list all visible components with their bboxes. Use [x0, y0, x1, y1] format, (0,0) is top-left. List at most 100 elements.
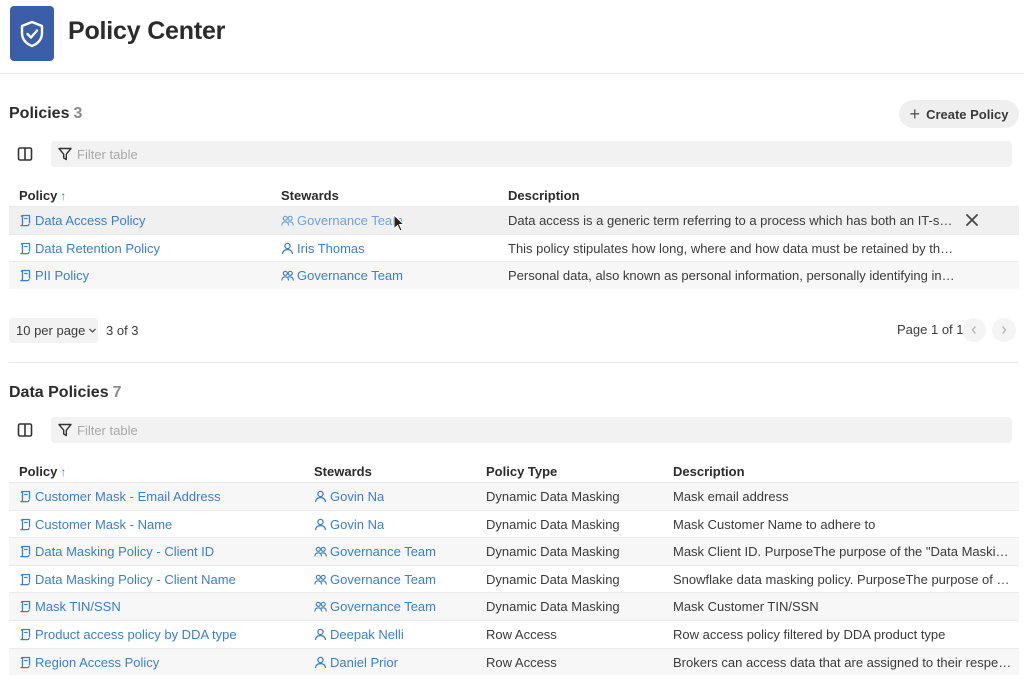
table-row[interactable]: Mask TIN/SSN Governance Team Dynamic Data …: [9, 592, 1019, 620]
description-cell: Row access policy filtered by DDA produc…: [673, 627, 1013, 642]
steward-link-text: Govin Na: [330, 516, 385, 532]
steward-link-text: Governance Team: [330, 599, 436, 615]
shield-check-icon: [10, 6, 54, 61]
policy-name-link[interactable]: Data Masking Policy - Client Name: [19, 572, 304, 587]
description-cell: Mask Client ID. PurposeThe purpose of th…: [673, 544, 1013, 559]
columns-icon[interactable]: [17, 422, 33, 438]
column-header-stewards[interactable]: Stewards: [314, 464, 372, 479]
description-cell-text: This policy stipulates how long, where a…: [508, 240, 956, 256]
steward-link[interactable]: Govin Na: [314, 489, 479, 504]
close-icon[interactable]: [964, 212, 980, 228]
description-cell: Personal data, also known as personal in…: [508, 268, 956, 283]
column-header-policy-type[interactable]: Policy Type: [486, 464, 557, 479]
policy-document-icon: [20, 628, 31, 641]
data-policies-filter-box[interactable]: [51, 417, 1012, 443]
policy-name-link[interactable]: Product access policy by DDA type: [19, 627, 304, 642]
group-icon: [281, 270, 294, 281]
data-policies-filter-input[interactable]: [77, 417, 977, 443]
steward-link[interactable]: Governance Team: [281, 213, 496, 228]
policy-type-cell-text: Dynamic Data Masking: [486, 489, 620, 504]
policies-table-header: Policy ↑ Stewards Description: [9, 184, 1019, 206]
steward-link-text: Iris Thomas: [297, 240, 365, 256]
table-row[interactable]: PII Policy Governance Team Personal data, …: [9, 261, 1019, 289]
group-icon: [281, 215, 294, 226]
policy-type-cell: Dynamic Data Masking: [486, 489, 666, 504]
column-header-policy[interactable]: Policy ↑: [19, 188, 66, 203]
table-row[interactable]: Data Masking Policy - Client Name Governa…: [9, 564, 1019, 593]
policy-name-link[interactable]: Mask TIN/SSN: [19, 599, 304, 614]
next-page-button[interactable]: [992, 318, 1016, 342]
column-header-stewards[interactable]: Stewards: [281, 188, 339, 203]
table-row[interactable]: Customer Mask - Email Address Govin Na Dyn…: [9, 482, 1019, 510]
previous-page-button[interactable]: [962, 318, 986, 342]
policy-name-link[interactable]: Data Retention Policy: [19, 241, 269, 256]
column-header-description[interactable]: Description: [673, 464, 745, 479]
policy-type-cell: Row Access: [486, 627, 666, 642]
policies-filter-box[interactable]: [51, 141, 1012, 167]
policy-name-link[interactable]: Data Access Policy: [19, 213, 269, 228]
description-cell-text: Personal data, also known as personal in…: [508, 268, 956, 284]
policy-name-link[interactable]: Customer Mask - Name: [19, 517, 304, 532]
table-row[interactable]: Data Masking Policy - Client ID Governanc…: [9, 537, 1019, 565]
table-row[interactable]: Data Access Policy Governance Team Data ac…: [9, 206, 1019, 234]
policy-name-link[interactable]: PII Policy: [19, 268, 269, 283]
policies-table-body: Data Access Policy Governance Team Data ac…: [9, 206, 1019, 289]
steward-link[interactable]: Deepak Nelli: [314, 627, 479, 642]
table-row[interactable]: Product access policy by DDA type Deepak …: [9, 619, 1019, 648]
table-row[interactable]: Customer Mask - Name Govin Na Dynamic Data…: [9, 509, 1019, 538]
data-policies-toolbar: [9, 417, 1012, 443]
steward-link[interactable]: Governance Team: [281, 268, 496, 283]
policy-name-link-text: PII Policy: [35, 268, 90, 284]
policy-document-icon: [20, 573, 31, 586]
policies-toolbar: [9, 141, 1012, 167]
policy-name-link-text: Customer Mask - Email Address: [35, 489, 221, 504]
steward-link-text: Governance Team: [297, 268, 403, 284]
policy-name-link[interactable]: Data Masking Policy - Client ID: [19, 544, 304, 559]
policy-type-cell-text: Row Access: [486, 654, 557, 670]
steward-link-text: Governance Team: [330, 544, 436, 560]
filter-icon: [58, 147, 72, 161]
steward-link[interactable]: Governance Team: [314, 599, 479, 614]
group-icon: [314, 574, 327, 585]
per-page-select[interactable]: 10 per page: [9, 318, 98, 343]
columns-icon[interactable]: [17, 146, 33, 162]
column-header-policy[interactable]: Policy ↑: [19, 464, 66, 479]
policy-document-icon: [20, 546, 31, 558]
table-row[interactable]: Data Retention Policy Iris Thomas This pol…: [9, 233, 1019, 262]
steward-link[interactable]: Governance Team: [314, 572, 479, 587]
page-indicator: Page 1 of 1: [897, 322, 964, 337]
policy-type-cell-text: Row Access: [486, 626, 557, 642]
chevron-down-icon: [89, 328, 97, 333]
app-header: Policy Center: [0, 0, 1024, 74]
policy-document-icon: [20, 242, 31, 254]
policy-type-cell: Dynamic Data Masking: [486, 544, 666, 559]
create-policy-button[interactable]: + Create Policy: [899, 100, 1019, 128]
steward-link[interactable]: Govin Na: [314, 517, 479, 532]
row-count: 3 of 3: [106, 323, 139, 338]
policy-type-cell-text: Dynamic Data Masking: [486, 516, 620, 532]
steward-link-text: Governance Team: [297, 213, 403, 228]
data-policies-count: 7: [112, 384, 122, 401]
steward-link[interactable]: Governance Team: [314, 544, 479, 559]
policy-document-icon: [20, 270, 31, 282]
policy-name-link-text: Data Masking Policy - Client Name: [35, 571, 236, 587]
table-row[interactable]: Region Access Policy Daniel Prior Row Acce…: [9, 647, 1019, 676]
chevron-left-icon: [971, 326, 976, 334]
description-cell: Mask Customer Name to adhere to: [673, 517, 1013, 532]
steward-link[interactable]: Daniel Prior: [314, 655, 479, 670]
policy-name-link[interactable]: Region Access Policy: [19, 655, 304, 670]
filter-icon: [58, 423, 72, 437]
group-icon: [314, 546, 327, 557]
policies-filter-input[interactable]: [77, 141, 977, 167]
policy-document-icon: [20, 518, 31, 530]
chevron-right-icon: [1002, 326, 1007, 334]
steward-link[interactable]: Iris Thomas: [281, 241, 496, 256]
policy-name-link-text: Region Access Policy: [35, 654, 160, 670]
section-divider: [9, 362, 1019, 363]
description-cell-text: Snowflake data masking policy. PurposeTh…: [673, 571, 1013, 587]
description-cell: Mask email address: [673, 489, 1013, 504]
column-header-description[interactable]: Description: [508, 188, 580, 203]
policy-type-cell-text: Dynamic Data Masking: [486, 544, 620, 560]
policy-name-link[interactable]: Customer Mask - Email Address: [19, 489, 304, 504]
policies-count: 3: [73, 105, 83, 122]
